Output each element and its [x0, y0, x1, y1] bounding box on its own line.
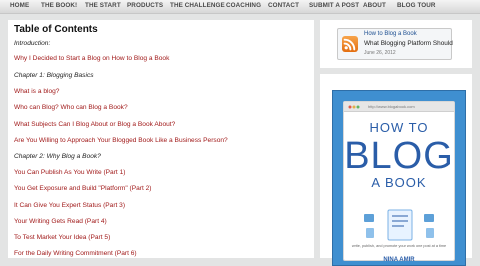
toc-heading: Introduction:: [14, 40, 51, 47]
toc-link[interactable]: Who can Blog? Who can Blog a Book?: [14, 104, 128, 111]
toc-link[interactable]: You Get Exposure and Build "Platform" (P…: [14, 185, 151, 192]
toc-link[interactable]: To Test Market Your Idea (Part 5): [14, 234, 110, 241]
rss-post-date: June 26, 2012: [364, 50, 396, 56]
browser-toolbar: http://www.blogabook.com: [344, 102, 454, 112]
toc-link[interactable]: Why I Decided to Start a Blog on How to …: [14, 55, 169, 62]
rss-post-title[interactable]: What Blogging Platform Should: [364, 40, 453, 47]
toc-link[interactable]: You Can Publish As You Write (Part 1): [14, 169, 125, 176]
toc-link[interactable]: Your Writing Gets Read (Part 4): [14, 218, 107, 225]
book-tagline: write, publish, and promote your work on…: [351, 244, 447, 248]
nav-blog-tour[interactable]: BLOG TOUR: [397, 2, 436, 9]
nav-about[interactable]: ABOUT: [363, 2, 386, 9]
nav-products[interactable]: PRODUCTS: [127, 2, 163, 9]
toc-link[interactable]: Are You Willing to Approach Your Blogged…: [14, 137, 228, 144]
rss-feed-title[interactable]: How to Blog a Book: [364, 31, 417, 37]
toc-link[interactable]: For the Daily Writing Commitment (Part 6…: [14, 250, 137, 257]
book-illustration: [364, 209, 434, 241]
toc-heading: Chapter 2: Why Blog a Book?: [14, 153, 101, 160]
book-title-line1: HOW TO: [369, 120, 429, 135]
nav-submit-a-post[interactable]: SUBMIT A POST: [309, 2, 359, 9]
nav-home[interactable]: HOME: [10, 2, 29, 9]
nav-the-start[interactable]: THE START: [85, 2, 121, 9]
page-title: Table of Contents: [14, 24, 98, 35]
toc-link[interactable]: It Can Give You Expert Status (Part 3): [14, 202, 125, 209]
rss-feed-card[interactable]: How to Blog a Book What Blogging Platfor…: [337, 28, 453, 60]
top-nav: HOME THE BOOK! THE START PRODUCTS THE CH…: [0, 0, 480, 14]
nav-the-challenge[interactable]: THE CHALLENGE: [170, 2, 225, 9]
book-title-line3: A BOOK: [371, 175, 427, 190]
nav-coaching[interactable]: COACHING: [226, 2, 261, 9]
nav-the-book[interactable]: THE BOOK!: [41, 2, 77, 9]
rss-icon: [342, 36, 358, 52]
book-widget: http://www.blogabook.com HOW TO BLOG A B…: [320, 74, 472, 266]
rss-widget: How to Blog a Book What Blogging Platfor…: [320, 20, 472, 68]
book-url: http://www.blogabook.com: [368, 104, 415, 109]
main-content: Table of Contents Introduction: Why I De…: [8, 20, 314, 258]
toc-link[interactable]: What Subjects Can I Blog About or Blog a…: [14, 121, 175, 128]
toc-link[interactable]: What is a blog?: [14, 88, 59, 95]
book-cover[interactable]: http://www.blogabook.com HOW TO BLOG A B…: [332, 90, 466, 266]
toc-heading: Chapter 1: Blogging Basics: [14, 72, 94, 79]
book-title-line2: BLOG: [344, 135, 454, 177]
book-browser-frame: http://www.blogabook.com HOW TO BLOG A B…: [343, 101, 455, 261]
nav-contact[interactable]: CONTACT: [268, 2, 299, 9]
